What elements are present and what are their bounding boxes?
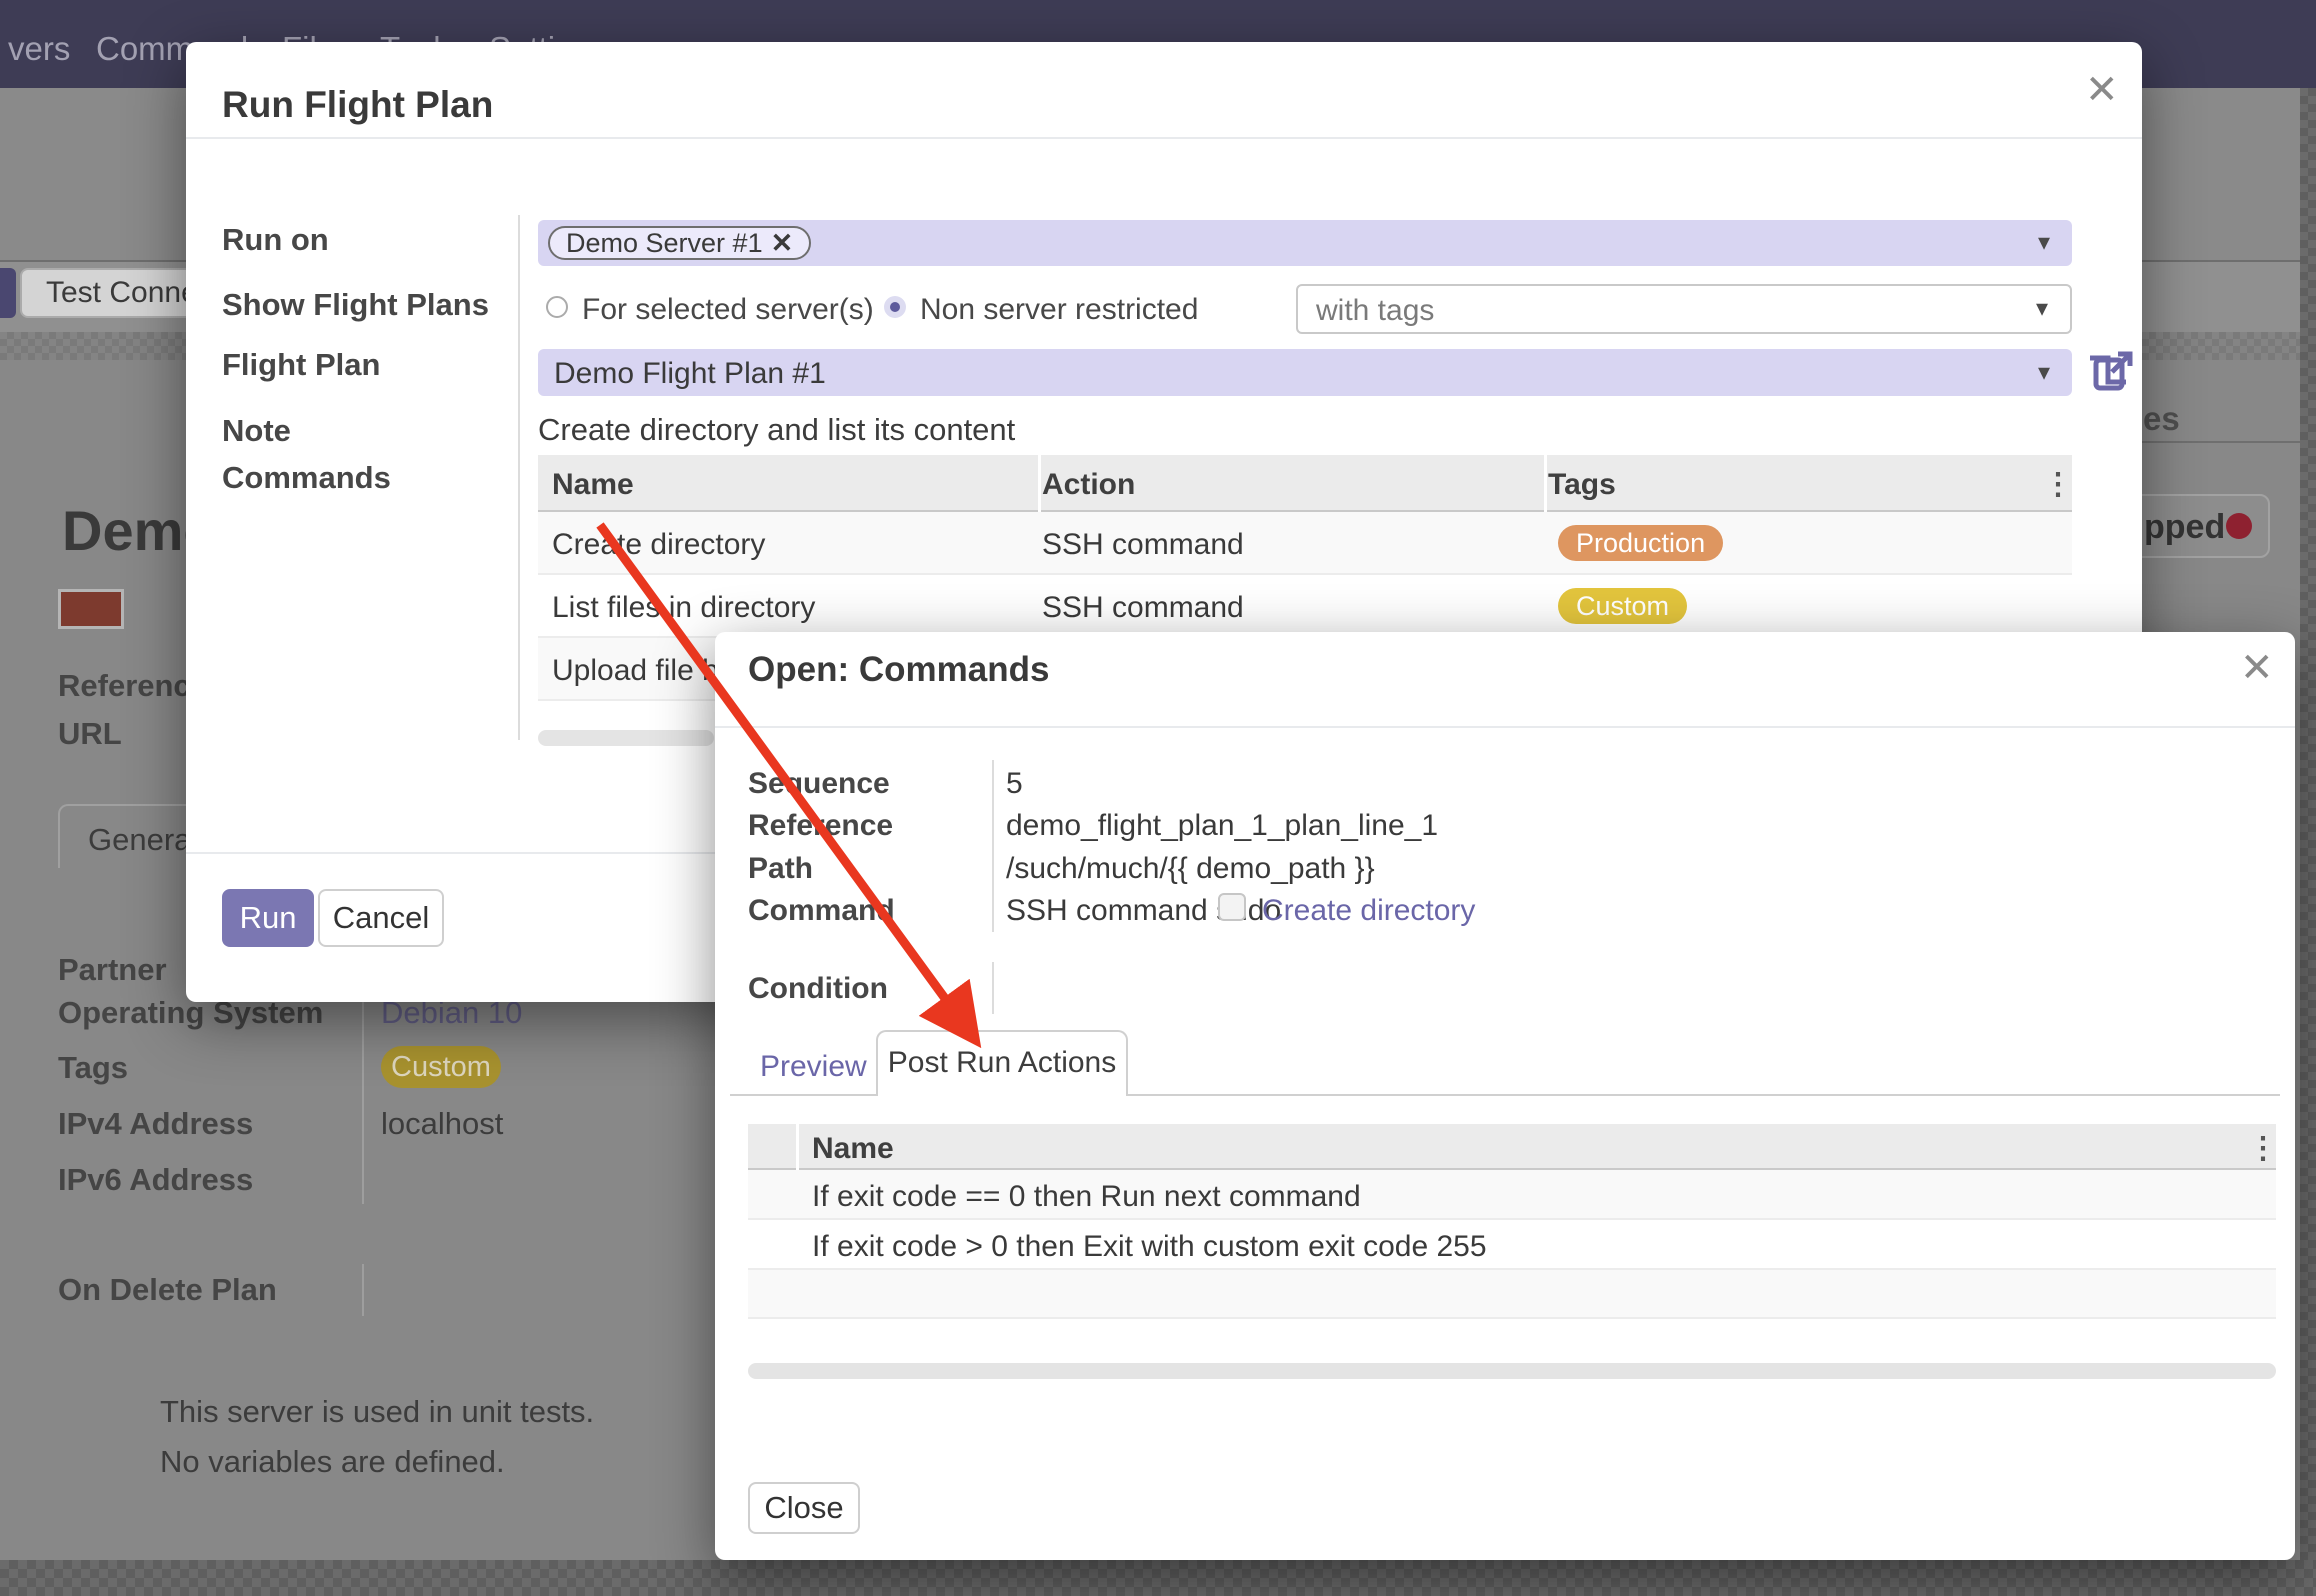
right-panel-heading-partial: es (2143, 400, 2180, 438)
server-chip-label: Demo Server #1 (566, 228, 763, 258)
label-sequence: Sequence (748, 767, 890, 801)
cancel-button[interactable]: Cancel (318, 889, 444, 947)
label-flight-plan: Flight Plan (222, 347, 380, 383)
post-run-actions-table: Name ⋮ If exit code == 0 then Run next c… (748, 1124, 2276, 1319)
server-color-swatch[interactable] (58, 589, 124, 629)
radio-label-non-server-restricted[interactable]: Non server restricted (920, 293, 1198, 327)
tab-preview[interactable]: Preview (760, 1050, 867, 1084)
modal-title: Run Flight Plan (222, 84, 493, 126)
create-directory-link[interactable]: Create directory (1262, 894, 1475, 928)
table-row[interactable]: List files in directory SSH command Cust… (538, 575, 2072, 638)
primary-button-fragment[interactable] (0, 268, 16, 318)
cell-action: SSH command (1042, 591, 1244, 625)
cell-name: Upload file by (552, 654, 734, 688)
field-separator (992, 962, 994, 1014)
radio-for-selected-servers[interactable] (546, 296, 568, 318)
server-chip[interactable]: Demo Server #1 ✕ (548, 226, 811, 260)
tag-badge: Production (1558, 525, 1723, 561)
chevron-down-icon[interactable]: ▾ (2038, 228, 2050, 257)
server-note-line1: This server is used in unit tests. (160, 1394, 594, 1430)
kebab-icon[interactable]: ⋮ (2043, 467, 2073, 502)
col-tags[interactable]: Tags (1548, 468, 1616, 502)
cell-name: If exit code == 0 then Run next command (812, 1180, 1361, 1214)
table-row[interactable]: Create directory SSH command Production (538, 512, 2072, 575)
label-condition: Condition (748, 972, 888, 1006)
tag-badge-custom-bg[interactable]: Custom (381, 1046, 501, 1088)
field-separator (992, 760, 994, 932)
run-button[interactable]: Run (222, 889, 314, 947)
open-commands-modal: Open: Commands ✕ Sequence 5 Reference de… (715, 632, 2295, 1560)
tab-strip-mask (878, 1094, 1126, 1096)
label-run-on: Run on (222, 222, 329, 258)
header-divider (715, 726, 2295, 728)
screen: vers Commands Files Tools Settings Test … (0, 0, 2316, 1596)
run-on-multiselect[interactable]: Demo Server #1 ✕ ▾ (538, 220, 2072, 266)
value-sequence: 5 (1006, 767, 1023, 801)
status-dot-icon (2226, 513, 2252, 539)
tab-post-run-actions[interactable]: Post Run Actions (876, 1030, 1128, 1096)
cell-name: Create directory (552, 528, 765, 562)
table-row[interactable]: If exit code == 0 then Run next command (748, 1170, 2276, 1220)
col-name[interactable]: Name (812, 1132, 894, 1166)
nav-item-servers[interactable]: vers (8, 30, 70, 68)
label-tags: Tags (58, 1050, 128, 1086)
col-action[interactable]: Action (1042, 468, 1135, 502)
server-note-line2: No variables are defined. (160, 1444, 505, 1480)
with-tags-dropdown[interactable]: with tags ▾ (1296, 284, 2072, 334)
kebab-icon[interactable]: ⋮ (2248, 1131, 2278, 1166)
cell-name: List files in directory (552, 591, 815, 625)
value-ipv4-address: localhost (381, 1106, 503, 1142)
label-url: URL (58, 716, 122, 752)
external-link-icon[interactable] (2090, 350, 2134, 394)
table-row[interactable] (748, 1270, 2276, 1319)
note-value: Create directory and list its content (538, 412, 1015, 448)
flight-plan-value: Demo Flight Plan #1 (554, 357, 826, 391)
tab-general[interactable]: General (58, 804, 198, 868)
label-on-delete-plan: On Delete Plan (58, 1272, 277, 1308)
radio-label-for-selected-servers[interactable]: For selected server(s) (582, 293, 874, 327)
value-path: /such/much/{{ demo_path }} (1006, 852, 1375, 886)
label-ipv6-address: IPv6 Address (58, 1162, 253, 1198)
chip-remove-icon[interactable]: ✕ (771, 228, 794, 258)
close-icon[interactable]: ✕ (2085, 70, 2119, 110)
modal-title: Open: Commands (748, 650, 1049, 690)
label-command: Command (748, 894, 895, 928)
cell-action: SSH command (1042, 528, 1244, 562)
label-column-divider (518, 215, 520, 740)
header-divider (186, 137, 2142, 139)
status-text-partial: pped (2144, 508, 2225, 547)
label-commands: Commands (222, 460, 391, 496)
chevron-down-icon[interactable]: ▾ (2036, 294, 2048, 323)
label-show-flight-plans: Show Flight Plans (222, 287, 489, 323)
label-note: Note (222, 413, 291, 449)
close-button[interactable]: Close (748, 1482, 860, 1534)
close-icon[interactable]: ✕ (2240, 648, 2274, 688)
label-reference: Reference (748, 809, 893, 843)
tag-badge: Custom (1558, 588, 1687, 624)
label-ipv4-address: IPv4 Address (58, 1106, 253, 1142)
table-header: Name Action Tags ⋮ (538, 455, 2072, 512)
window-edge-bottom (0, 1560, 2316, 1596)
label-partner: Partner (58, 952, 167, 988)
col-name[interactable]: Name (552, 468, 634, 502)
radio-non-server-restricted[interactable] (884, 296, 906, 318)
chevron-down-icon[interactable]: ▾ (2038, 358, 2050, 387)
field-separator (362, 1264, 364, 1316)
with-tags-value: with tags (1316, 294, 1434, 328)
table-header: Name ⋮ (748, 1124, 2276, 1170)
right-panel-rule (2142, 441, 2300, 443)
table-row[interactable]: If exit code > 0 then Exit with custom e… (748, 1220, 2276, 1270)
label-path: Path (748, 852, 813, 886)
create-directory-checkbox[interactable] (1218, 893, 1246, 921)
window-edge-right (2300, 88, 2316, 1596)
value-reference: demo_flight_plan_1_plan_line_1 (1006, 809, 1438, 843)
horizontal-scrollbar[interactable] (748, 1363, 2276, 1379)
flight-plan-select[interactable]: Demo Flight Plan #1 ▾ (538, 349, 2072, 396)
horizontal-scrollbar[interactable] (538, 730, 714, 746)
cell-name: If exit code > 0 then Exit with custom e… (812, 1230, 1487, 1264)
